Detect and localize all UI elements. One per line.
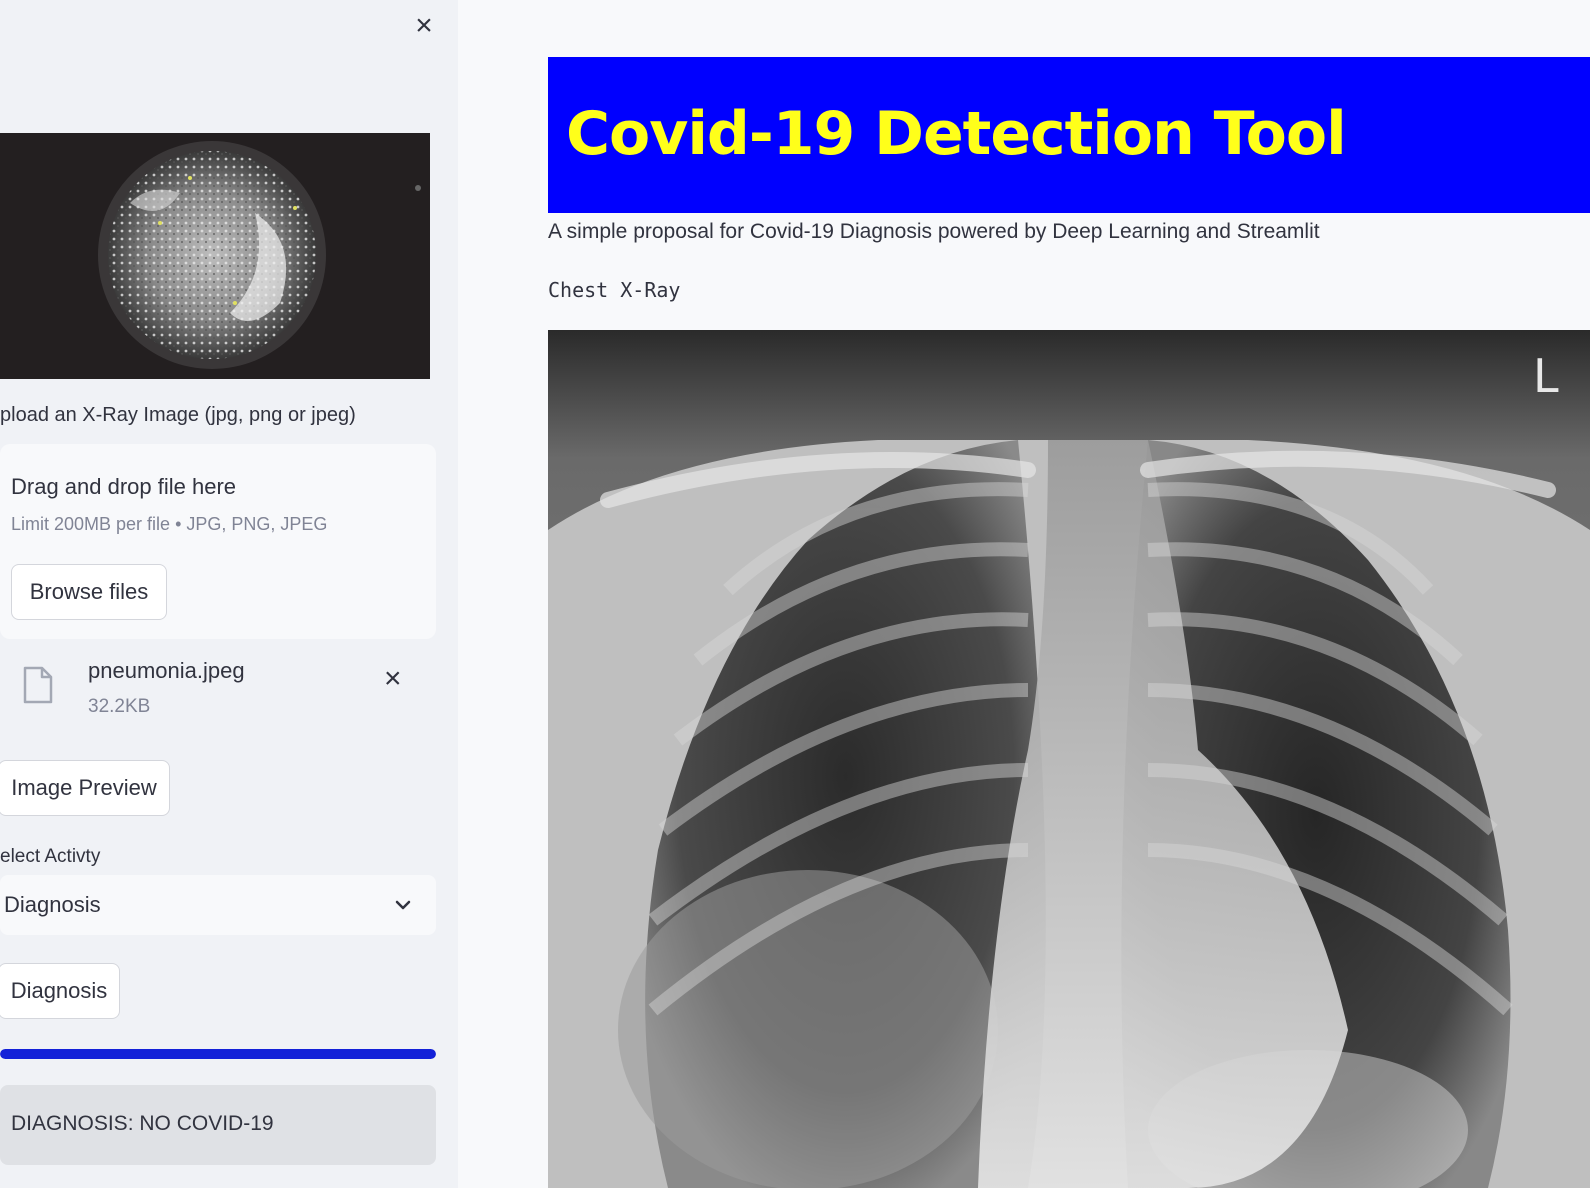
banner-image — [0, 133, 430, 379]
file-size: 32.2KB — [88, 696, 151, 717]
chevron-down-icon — [395, 900, 411, 910]
diagnosis-result-text: DIAGNOSIS: NO COVID-19 — [11, 1112, 274, 1135]
activity-select[interactable]: Diagnosis — [0, 875, 436, 935]
diagnosis-button[interactable]: Diagnosis — [0, 963, 120, 1019]
title-banner: Covid-19 Detection Tool — [548, 57, 1590, 213]
dropzone-title: Drag and drop file here — [11, 474, 237, 499]
file-name: pneumonia.jpeg — [88, 658, 245, 683]
sidebar: × pload an X-Ray Image (jpg, png or jpeg… — [0, 0, 458, 1188]
upload-label: pload an X-Ray Image (jpg, png or jpeg) — [0, 404, 356, 426]
chest-xray-illustration: L — [548, 330, 1590, 1188]
close-sidebar-icon[interactable]: × — [410, 11, 438, 41]
progress-bar — [0, 1049, 436, 1059]
diagnosis-result: DIAGNOSIS: NO COVID-19 — [0, 1085, 436, 1165]
page-title: Covid-19 Detection Tool — [566, 99, 1347, 169]
remove-file-icon[interactable]: × — [384, 664, 402, 694]
progress-fill — [0, 1049, 436, 1059]
file-dropzone[interactable]: Drag and drop file here Limit 200MB per … — [0, 444, 436, 639]
coronavirus-illustration — [0, 133, 430, 379]
dropzone-limit: Limit 200MB per file • JPG, PNG, JPEG — [11, 514, 328, 534]
xray-side-marker: L — [1533, 349, 1559, 403]
page-subtitle: A simple proposal for Covid-19 Diagnosis… — [548, 220, 1320, 243]
image-preview-button[interactable]: Image Preview — [0, 760, 170, 816]
select-value: Diagnosis — [4, 892, 101, 917]
file-icon — [23, 666, 53, 704]
image-caption: Chest X-Ray — [548, 278, 681, 302]
chest-xray-image: L — [548, 330, 1590, 1188]
select-activity-label: elect Activty — [0, 846, 101, 867]
browse-files-button[interactable]: Browse files — [11, 564, 167, 620]
uploaded-file: pneumonia.jpeg 32.2KB × — [0, 650, 436, 730]
